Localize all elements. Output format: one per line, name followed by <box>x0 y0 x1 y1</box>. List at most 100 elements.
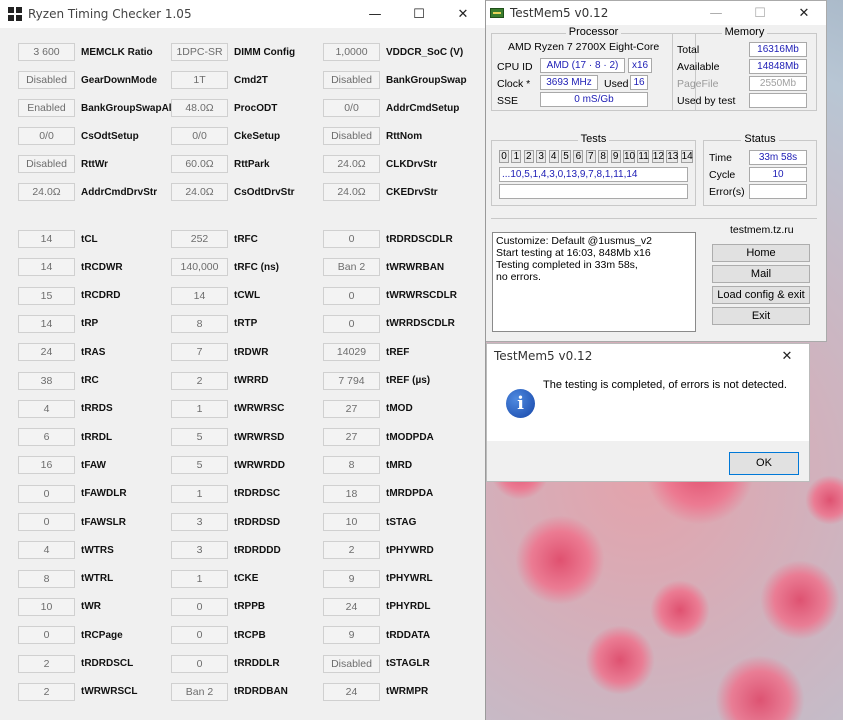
timing-value-field: Disabled <box>323 654 380 673</box>
timing-label: tRDRDDD <box>234 544 281 556</box>
timing-label: tCL <box>81 233 98 245</box>
timing-value-field: Ban 2 <box>323 258 380 277</box>
timing-label: tMRDPDA <box>386 488 434 500</box>
timing-row: 14 tCWL <box>171 286 261 305</box>
timing-value-field: 14029 <box>323 343 380 362</box>
timing-value-field: 0 <box>171 654 228 673</box>
timing-label: CKEDrvStr <box>386 186 438 198</box>
log-textarea[interactable]: Customize: Default @1usmus_v2 Start test… <box>492 232 696 332</box>
timing-value-field: 24.0Ω <box>171 183 228 201</box>
timing-label: tWRRDSCDLR <box>386 318 455 330</box>
timing-label: tRRDDLR <box>234 658 280 669</box>
timing-label: tRTP <box>234 318 258 330</box>
timing-value-field: 4 <box>18 399 75 418</box>
site-link[interactable]: testmem.tz.ru <box>730 224 794 236</box>
minimize-button[interactable]: — <box>353 0 397 28</box>
ok-button[interactable]: OK <box>729 452 799 475</box>
timing-value-field: 0/0 <box>323 99 380 117</box>
available-field: 14848Mb <box>749 59 807 74</box>
cpuid-label: CPU ID <box>497 61 533 73</box>
timing-label: tRDWR <box>234 346 269 358</box>
dialog-close-button[interactable]: ✕ <box>765 342 809 370</box>
timing-label: tWRWRBAN <box>386 261 445 273</box>
timing-label: GearDownMode <box>81 74 158 86</box>
test-number-box: 9 <box>610 150 621 163</box>
status-caption: Status <box>741 133 779 145</box>
timing-row: 10 tSTAG <box>323 513 416 531</box>
load-config-exit-button[interactable]: Load config & exit <box>712 286 810 304</box>
timing-value-field: 24.0Ω <box>18 183 75 201</box>
timing-label: tRDRDBAN <box>234 686 288 698</box>
timing-row: 3 tRDRDSD <box>171 513 280 531</box>
timing-row: 14 tCL <box>18 230 98 248</box>
timing-value-field: 1 <box>171 399 228 418</box>
timing-value-field: 9 <box>323 626 380 645</box>
timing-value-field: Disabled <box>18 71 75 89</box>
timing-row: 0/0 CkeSetup <box>171 127 280 145</box>
timing-row: 24.0Ω CsOdtDrvStr <box>171 183 295 201</box>
timing-row: Ban 2 tRDRDBAN <box>171 682 288 701</box>
timing-label: tMODPDA <box>386 431 434 443</box>
mail-button[interactable]: Mail <box>712 265 810 283</box>
timing-row: 5 tWRWRDD <box>171 456 285 475</box>
timing-row: 1T Cmd2T <box>171 71 268 89</box>
sse-label: SSE <box>497 95 519 107</box>
tm5-close-button[interactable]: ✕ <box>782 0 826 27</box>
timing-row: Disabled BankGroupSwap <box>323 71 467 89</box>
tm5-minimize-button[interactable]: — <box>694 0 738 27</box>
timing-value-field: 14 <box>18 230 75 248</box>
usedbytest-field <box>749 93 807 108</box>
exit-button[interactable]: Exit <box>712 307 810 325</box>
timing-value-field: 6 <box>18 428 75 447</box>
timing-value-field: 0 <box>323 314 380 333</box>
timing-label: tSTAG <box>386 516 417 528</box>
time-field: 33m 58s <box>749 150 807 165</box>
timing-value-field: 24.0Ω <box>323 155 380 173</box>
threads-field: x16 <box>628 58 652 73</box>
timing-label: tRCPage <box>81 629 123 641</box>
maximize-button[interactable]: ☐ <box>397 0 441 28</box>
timing-label: tREF (µs) <box>386 375 431 386</box>
timing-value-field: 10 <box>323 513 380 531</box>
timing-value-field: 0/0 <box>18 127 75 145</box>
timing-row: 6 tRRDL <box>18 428 112 447</box>
tm5-maximize-button[interactable]: ☐ <box>738 0 782 27</box>
test-number-box: 14 <box>680 150 693 163</box>
cycle-label: Cycle <box>709 169 736 181</box>
test-number-box: 1 <box>511 150 522 163</box>
timing-label: CsOdtDrvStr <box>234 186 295 198</box>
timing-value-field: 140,000 <box>171 258 228 277</box>
blossom-shape <box>715 655 805 720</box>
dialog-titlebar[interactable]: TestMem5 v0.12 ✕ <box>487 344 809 368</box>
rtc-titlebar[interactable]: Ryzen Timing Checker 1.05 — ☐ ✕ <box>0 0 485 28</box>
usedbytest-label: Used by test <box>677 95 736 107</box>
timing-value-field: 27 <box>323 399 380 418</box>
timing-label: tRCDRD <box>81 290 121 302</box>
timing-label: tCWL <box>234 290 261 302</box>
close-button[interactable]: ✕ <box>441 0 485 28</box>
timing-row: 8 tMRD <box>323 456 412 475</box>
timing-value-field: 24 <box>323 682 380 701</box>
timing-label: CkeSetup <box>234 130 281 142</box>
timing-value-field: 9 <box>323 569 380 588</box>
timing-value-field: 0 <box>171 597 228 616</box>
timing-value-field: 3 <box>171 541 228 560</box>
timing-row: 1 tWRWRSC <box>171 399 285 418</box>
tm5-titlebar[interactable]: TestMem5 v0.12 — ☐ ✕ <box>486 1 826 25</box>
used-label: Used <box>604 78 629 90</box>
dialog-title: TestMem5 v0.12 <box>494 349 593 363</box>
home-button[interactable]: Home <box>712 244 810 262</box>
timing-label: tRDRDSCDLR <box>386 233 453 245</box>
timing-row: 7 794 tREF (µs) <box>323 371 431 390</box>
timing-label: tRPPB <box>234 601 266 613</box>
ram-stick-icon <box>490 8 504 18</box>
timing-row: 2 tWRRD <box>171 371 268 390</box>
timing-label: tCKE <box>234 573 259 585</box>
timing-label: tWRWRSCDLR <box>386 290 457 302</box>
timing-value-field: 2 <box>323 541 380 560</box>
timing-label: tWRWRSC <box>234 403 285 415</box>
timing-value-field: 14 <box>18 314 75 333</box>
timing-row: 1DPC-SR DIMM Config <box>171 43 295 61</box>
timing-value-field: 5 <box>171 456 228 475</box>
pagefile-label: PageFile <box>677 78 719 90</box>
